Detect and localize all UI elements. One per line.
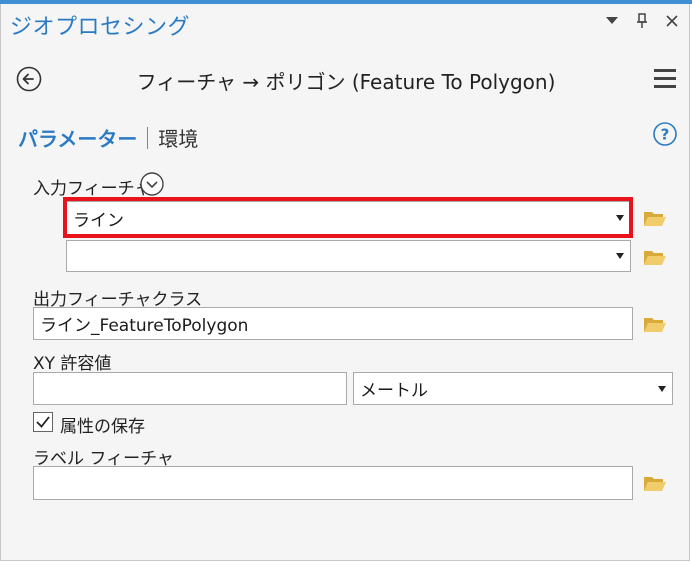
close-icon[interactable] xyxy=(664,12,680,30)
svg-text:?: ? xyxy=(661,126,670,144)
output-feature-class-input[interactable]: ライン_FeatureToPolygon xyxy=(33,307,633,340)
label-features-input[interactable] xyxy=(33,466,633,500)
pane-window-controls xyxy=(604,12,680,30)
pane-title: ジオプロセシング xyxy=(10,15,191,40)
tab-environments[interactable]: 環境 xyxy=(158,123,198,152)
input-features-value: ライン xyxy=(73,210,124,231)
xy-unit-dropdown[interactable]: メートル xyxy=(353,372,673,405)
preserve-attributes-label: 属性の保存 xyxy=(60,417,145,437)
chevron-down-icon xyxy=(658,385,666,392)
xy-unit-value: メートル xyxy=(360,381,428,401)
tab-parameters[interactable]: パラメーター xyxy=(18,123,137,152)
input-features-label: 入力フィーチャ xyxy=(33,179,152,199)
pin-icon[interactable] xyxy=(634,12,650,30)
help-icon[interactable]: ? xyxy=(653,122,677,146)
input-features-dropdown-2[interactable] xyxy=(66,240,631,272)
tab-divider xyxy=(147,126,149,149)
pane-top-border xyxy=(0,0,692,4)
tab-strip: パラメーター 環境 xyxy=(18,123,198,152)
folder-icon[interactable] xyxy=(643,208,667,228)
hamburger-menu-icon[interactable] xyxy=(654,69,676,89)
preserve-attributes-checkbox[interactable] xyxy=(33,412,53,432)
expand-chevron-icon[interactable] xyxy=(139,171,165,197)
folder-icon[interactable] xyxy=(643,473,667,493)
tool-title: フィーチャ → ポリゴン (Feature To Polygon) xyxy=(136,70,556,94)
folder-icon[interactable] xyxy=(643,314,667,334)
output-feature-class-value: ライン_FeatureToPolygon xyxy=(40,316,249,336)
checkmark-icon xyxy=(36,416,50,428)
pane-options-dropdown-icon[interactable] xyxy=(604,12,620,30)
xy-tolerance-label: XY 許容値 xyxy=(33,354,112,374)
folder-icon[interactable] xyxy=(643,247,667,267)
input-features-dropdown[interactable]: ライン xyxy=(66,201,631,235)
xy-tolerance-input[interactable] xyxy=(33,372,347,405)
chevron-down-icon xyxy=(616,253,624,259)
chevron-down-icon xyxy=(616,215,624,221)
